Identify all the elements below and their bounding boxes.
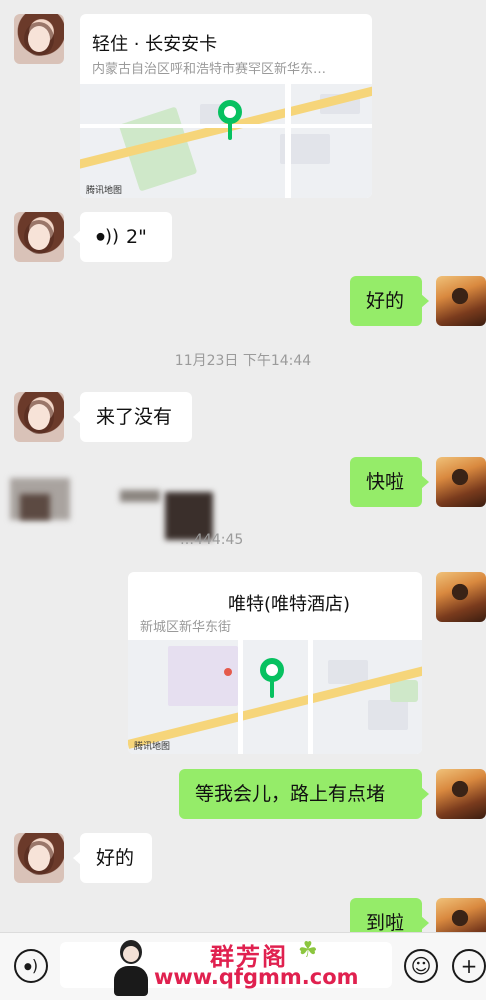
voice-message[interactable]: ⦁)) 2" bbox=[73, 212, 172, 262]
avatar-contact[interactable] bbox=[14, 833, 64, 883]
map-credit: 腾讯地图 bbox=[134, 742, 171, 752]
message-bubble-ok[interactable]: 好的 bbox=[350, 276, 429, 326]
avatar-self[interactable] bbox=[436, 572, 486, 622]
poi-marker-icon bbox=[224, 668, 232, 676]
avatar-contact[interactable] bbox=[14, 212, 64, 262]
location-card[interactable]: 唯特(唯特酒店) 新城区新华东街 腾讯地图 bbox=[128, 572, 422, 754]
message-bubble-ok[interactable]: 好的 bbox=[73, 833, 152, 883]
avatar-self[interactable] bbox=[436, 769, 486, 819]
plus-icon[interactable]: + bbox=[452, 949, 486, 983]
location-address: 新城区新华东街 bbox=[140, 620, 232, 635]
leaf-icon: ☘ bbox=[298, 938, 318, 963]
map-pin-icon bbox=[218, 100, 242, 124]
voice-icon[interactable]: ⦁) bbox=[14, 949, 48, 983]
location-address: 内蒙古自治区呼和浩特市赛罕区新华东… bbox=[92, 62, 327, 77]
avatar-self[interactable] bbox=[436, 457, 486, 507]
timestamp: 11月23日 下午14:44 bbox=[174, 353, 312, 369]
voice-duration: 2" bbox=[126, 226, 147, 248]
emoji-icon[interactable]: ☺ bbox=[404, 949, 438, 983]
watermark-url: www.qfgmm.com bbox=[154, 965, 359, 989]
message-bubble-wait[interactable]: 等我会儿，路上有点堵 bbox=[179, 769, 429, 819]
avatar-contact[interactable] bbox=[14, 14, 64, 64]
avatar-contact[interactable] bbox=[14, 392, 64, 442]
voice-wave-icon: ⦁)) bbox=[96, 226, 120, 247]
map-credit: 腾讯地图 bbox=[86, 186, 123, 196]
map-pin-icon bbox=[260, 658, 284, 682]
avatar-self[interactable] bbox=[436, 276, 486, 326]
message-bubble-came-yet[interactable]: 来了没有 bbox=[73, 392, 192, 442]
watermark-figure bbox=[108, 938, 154, 998]
map-preview: 腾讯地图 bbox=[80, 82, 372, 198]
map-preview: 腾讯地图 bbox=[128, 640, 422, 754]
redacted-timestamp: …444:45 bbox=[180, 532, 244, 548]
location-title: 唯特(唯特酒店) bbox=[228, 594, 351, 615]
location-title: 轻住 · 长安安卡 bbox=[92, 34, 218, 55]
message-bubble-almost[interactable]: 快啦 bbox=[350, 457, 429, 507]
location-card[interactable]: 轻住 · 长安安卡 内蒙古自治区呼和浩特市赛罕区新华东… 腾讯地图 bbox=[80, 14, 372, 198]
